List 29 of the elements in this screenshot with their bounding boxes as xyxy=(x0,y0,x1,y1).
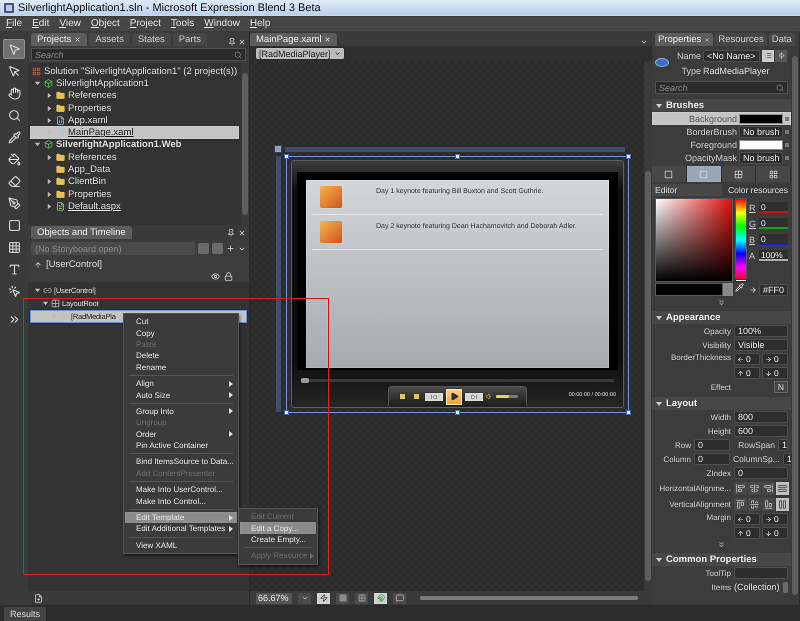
property-label: ColumnSp... xyxy=(733,454,780,464)
property-label: Column xyxy=(662,454,691,464)
property-label: RowSpan xyxy=(738,440,775,450)
channel-label: B xyxy=(749,234,756,244)
type-value: RadMediaPlayer xyxy=(703,66,771,76)
property-label: BorderBrush xyxy=(685,126,737,136)
window-title: SilverlightApplication1.sln - Microsoft Expression Blend 3 Beta xyxy=(18,2,321,14)
property-label: OpacityMask xyxy=(684,152,737,162)
property-label: Row xyxy=(674,440,691,450)
property-label: ToolTip xyxy=(704,568,731,578)
property-label: VerticalAlignment xyxy=(668,500,731,508)
property-label: HorizontalAlignme... xyxy=(658,484,731,492)
property-label: Visibility xyxy=(701,340,731,350)
property-label: Foreground xyxy=(689,140,737,150)
property-label: Effect xyxy=(710,382,731,392)
property-label: ZIndex xyxy=(706,468,731,478)
property-label: Margin xyxy=(706,513,731,522)
property-label: Background xyxy=(688,114,737,124)
channel-label: G xyxy=(749,218,756,228)
name-label: Name xyxy=(676,50,701,60)
property-label: Height xyxy=(706,426,731,436)
type-label: Type xyxy=(680,66,701,76)
property-value: (Collection) xyxy=(734,582,780,592)
property-label: Opacity xyxy=(702,326,731,336)
channel-label: R xyxy=(749,202,756,212)
property-label: Items xyxy=(710,582,731,592)
property-label: Width xyxy=(710,412,731,422)
property-label: BorderThickness xyxy=(670,353,731,362)
channel-label: A xyxy=(749,250,756,260)
